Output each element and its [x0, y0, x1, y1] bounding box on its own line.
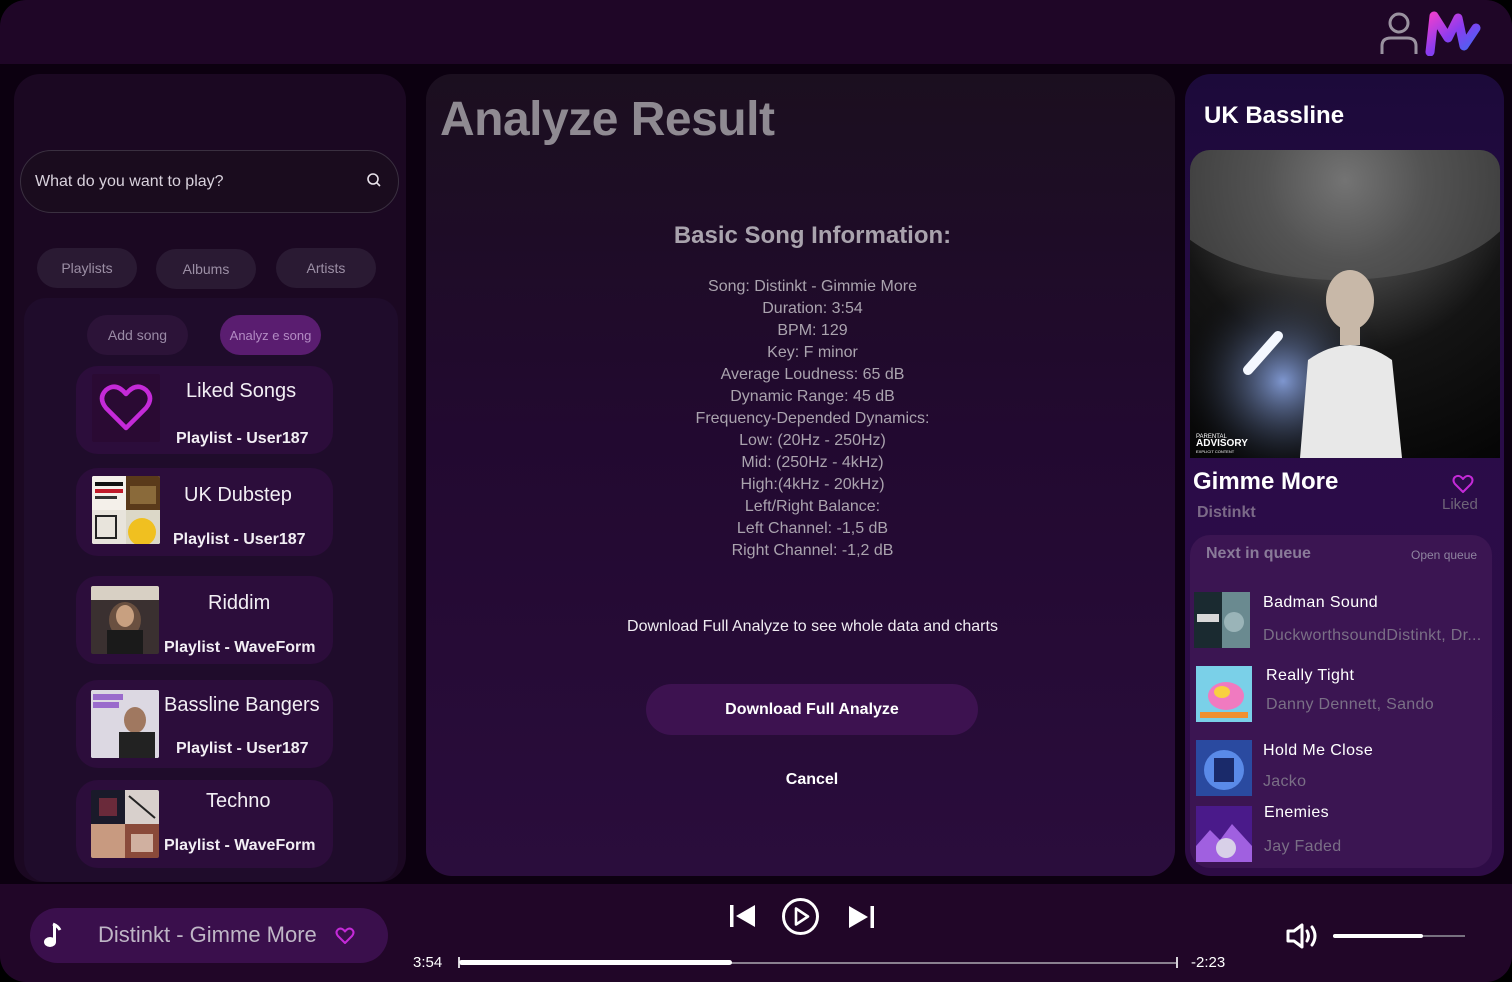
playlist-card-bassline-bangers[interactable]: Bassline Bangers Playlist - User187 [76, 680, 333, 768]
queue-item-title[interactable]: Really Tight [1266, 667, 1354, 685]
volume-fill [1333, 934, 1423, 938]
playlist-card-riddim[interactable]: Riddim Playlist - WaveForm [76, 576, 333, 664]
play-icon[interactable] [781, 897, 820, 936]
progress-fill [459, 960, 732, 965]
progress-end-tick [1176, 957, 1178, 968]
heart-icon[interactable] [335, 927, 355, 945]
queue-item-title[interactable]: Enemies [1264, 804, 1329, 822]
info-line: Duration: 3:54 [762, 300, 863, 317]
queue-item-artist: Jay Faded [1264, 838, 1342, 855]
queue-item-title[interactable]: Badman Sound [1263, 594, 1378, 612]
song-title: Gimme More [1193, 468, 1339, 495]
playlist-title: Liked Songs [186, 380, 297, 402]
playlist-title: UK Bassline [1204, 102, 1345, 129]
queue-heading: Next in queue [1206, 545, 1311, 562]
queue-item-title[interactable]: Hold Me Close [1263, 742, 1373, 760]
search-bar [20, 150, 399, 213]
info-line: Average Loudness: 65 dB [720, 366, 905, 383]
info-line: Low: (20Hz - 250Hz) [739, 432, 886, 449]
search-input[interactable] [35, 169, 355, 195]
playlist-card-uk-dubstep[interactable]: UK Dubstep Playlist - User187 [76, 468, 333, 556]
queue-thumbnail [1196, 806, 1252, 862]
playlist-subtitle: Playlist - WaveForm [164, 639, 316, 656]
cover-badge-text: EXPLICIT CONTENT [1196, 449, 1235, 454]
artist-name[interactable]: Distinkt [1197, 504, 1256, 522]
tab-artists[interactable]: Artists [276, 248, 376, 288]
playlist-card-liked-songs[interactable]: Liked Songs Playlist - User187 [76, 366, 333, 454]
info-line: Dynamic Range: 45 dB [730, 388, 895, 405]
tab-albums[interactable]: Albums [156, 249, 256, 289]
analyze-song-button[interactable]: Analyz e song [220, 315, 321, 355]
info-heading: Basic Song Information: [673, 222, 952, 249]
queue-thumbnail [1196, 666, 1252, 722]
queue-thumbnail [1196, 740, 1252, 796]
queue-thumbnail [1194, 592, 1250, 648]
cancel-button[interactable]: Cancel [740, 766, 884, 794]
playlist-title: Riddim [208, 592, 271, 614]
info-line: Left/Right Balance: [744, 498, 881, 515]
playlist-subtitle: Playlist - User187 [176, 430, 309, 447]
next-track-icon[interactable] [847, 905, 875, 929]
info-line: High:(4kHz - 20kHz) [740, 476, 885, 493]
riddim-thumbnail [91, 586, 159, 654]
info-line: BPM: 129 [777, 322, 848, 339]
playlist-subtitle: Playlist - WaveForm [164, 837, 316, 854]
user-icon[interactable] [1378, 10, 1420, 56]
info-line: Song: Distinkt - Gimmie More [708, 278, 917, 295]
heart-icon [99, 384, 153, 431]
heart-icon[interactable] [1452, 474, 1474, 494]
search-icon[interactable] [366, 172, 382, 188]
app-logo-icon [1425, 11, 1481, 56]
add-song-button[interactable]: Add song [87, 315, 188, 355]
volume-icon[interactable] [1285, 922, 1321, 950]
bassline-bangers-thumbnail [91, 690, 159, 758]
cover-badge-text: ADVISORY [1196, 438, 1248, 449]
download-full-analyze-button[interactable]: Download Full Analyze [646, 684, 978, 735]
remaining-time: -2:23 [1191, 954, 1226, 971]
album-cover: PARENTAL ADVISORY EXPLICIT CONTENT [1190, 150, 1500, 458]
tab-playlists[interactable]: Playlists [37, 248, 137, 288]
top-bar [0, 0, 1512, 64]
playlist-card-techno[interactable]: Techno Playlist - WaveForm [76, 780, 333, 868]
playlist-title: UK Dubstep [184, 484, 292, 506]
liked-label: Liked [1442, 496, 1478, 513]
queue-item-artist: DuckworthsoundDistinkt, Dr... [1263, 627, 1482, 644]
info-line: Left Channel: -1,5 dB [736, 520, 889, 537]
elapsed-time: 3:54 [413, 954, 443, 971]
uk-dubstep-thumbnail [92, 476, 160, 544]
open-queue-link[interactable]: Open queue [1411, 548, 1477, 562]
info-line: Key: F minor [767, 344, 858, 361]
now-playing-text: Distinkt - Gimme More [98, 922, 317, 947]
info-line: Right Channel: -1,2 dB [731, 542, 894, 559]
queue-item-artist: Jacko [1263, 773, 1307, 790]
music-note-icon [44, 922, 62, 947]
download-note: Download Full Analyze to see whole data … [627, 618, 998, 635]
app-window: Playlists Albums Artists Add song Analyz… [0, 0, 1512, 982]
song-info-list: Song: Distinkt - Gimmie More Duration: 3… [440, 276, 1185, 562]
liked-songs-thumbnail [92, 374, 160, 442]
playlist-title: Bassline Bangers [164, 694, 320, 716]
previous-track-icon[interactable] [729, 904, 757, 928]
info-line: Frequency-Depended Dynamics: [695, 410, 930, 427]
playlist-subtitle: Playlist - User187 [173, 531, 306, 548]
info-line: Mid: (250Hz - 4kHz) [741, 454, 884, 471]
page-title: Analyze Result [440, 93, 775, 146]
queue-item-artist: Danny Dennett, Sando [1266, 696, 1434, 713]
techno-thumbnail [91, 790, 159, 858]
playlist-title: Techno [206, 790, 271, 812]
playlist-subtitle: Playlist - User187 [176, 740, 309, 757]
